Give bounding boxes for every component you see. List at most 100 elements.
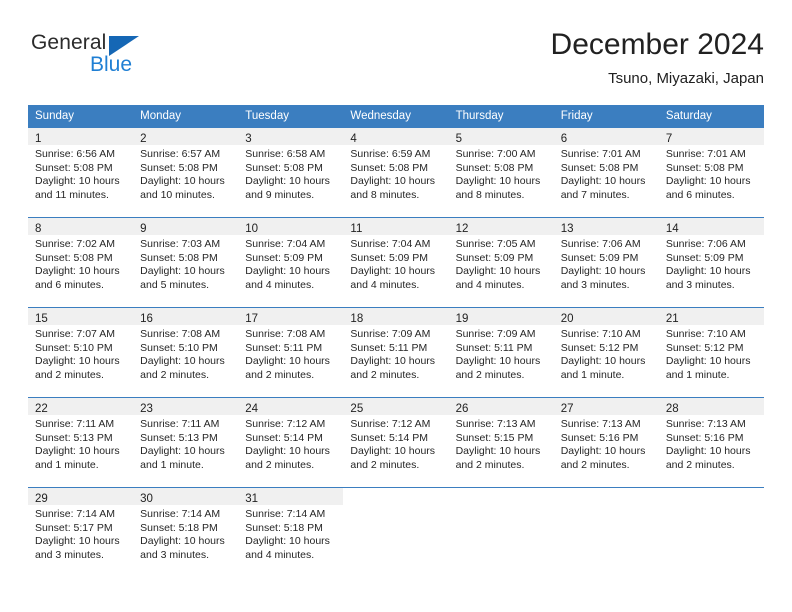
sunset-text: Sunset: 5:09 PM (560, 251, 639, 264)
day-cell-8[interactable]: 8 Sunrise: 7:02 AM Sunset: 5:08 PM Dayli… (28, 218, 134, 307)
day-number-bar: 6 (553, 128, 659, 145)
day-cell-empty (554, 488, 659, 577)
daylight-text-line2: and 8 minutes. (455, 188, 525, 201)
day-cell-empty (449, 488, 554, 577)
day-detail: Sunrise: 7:10 AM Sunset: 5:12 PM Dayligh… (659, 325, 764, 382)
daylight-text-line1: Daylight: 10 hours (665, 355, 751, 368)
day-number: 5 (455, 133, 462, 145)
day-cell-3[interactable]: 3 Sunrise: 6:58 AM Sunset: 5:08 PM Dayli… (238, 128, 344, 217)
daylight-text-line1: Daylight: 10 hours (35, 175, 120, 188)
daylight-text-line1: Daylight: 10 hours (245, 355, 330, 368)
day-number-bar (449, 488, 554, 505)
day-cell-21[interactable]: 21 Sunrise: 7:10 AM Sunset: 5:12 PM Dayl… (658, 308, 764, 397)
daylight-text-line2: and 2 minutes. (560, 458, 630, 471)
page-header: General Blue December 2024 Tsuno, Miyaza… (28, 28, 764, 96)
daylight-text-line1: Daylight: 10 hours (35, 535, 120, 548)
day-number: 19 (455, 313, 469, 325)
daylight-text-line2: and 4 minutes. (245, 278, 315, 291)
sunrise-text: Sunrise: 7:03 AM (140, 238, 221, 250)
daylight-text-line2: and 2 minutes. (350, 368, 420, 381)
week-row: 8 Sunrise: 7:02 AM Sunset: 5:08 PM Dayli… (28, 217, 764, 307)
logo-text-general: General (31, 31, 107, 54)
day-cell-28[interactable]: 28 Sunrise: 7:13 AM Sunset: 5:16 PM Dayl… (658, 398, 764, 487)
daylight-text-line2: and 2 minutes. (140, 368, 210, 381)
day-cell-22[interactable]: 22 Sunrise: 7:11 AM Sunset: 5:13 PM Dayl… (28, 398, 134, 487)
daylight-text-line1: Daylight: 10 hours (665, 265, 751, 278)
day-number-bar: 7 (658, 128, 764, 145)
daylight-text-line1: Daylight: 10 hours (665, 445, 751, 458)
day-number-bar: 12 (448, 218, 554, 235)
day-number-bar: 3 (238, 128, 344, 145)
sunset-text: Sunset: 5:08 PM (350, 161, 429, 174)
day-cell-2[interactable]: 2 Sunrise: 6:57 AM Sunset: 5:08 PM Dayli… (133, 128, 239, 217)
day-number-bar: 31 (238, 488, 344, 505)
day-number-bar: 22 (28, 398, 134, 415)
general-blue-logo[interactable]: General Blue (31, 31, 221, 87)
day-cell-29[interactable]: 29 Sunrise: 7:14 AM Sunset: 5:17 PM Dayl… (28, 488, 134, 577)
daylight-text-line2: and 1 minute. (665, 368, 730, 381)
sunset-text: Sunset: 5:09 PM (350, 251, 429, 264)
day-detail: Sunrise: 7:09 AM Sunset: 5:11 PM Dayligh… (343, 325, 448, 382)
daylight-text-line2: and 2 minutes. (665, 458, 735, 471)
day-cell-16[interactable]: 16 Sunrise: 7:08 AM Sunset: 5:10 PM Dayl… (133, 308, 239, 397)
day-number-bar: 10 (238, 218, 344, 235)
day-cell-24[interactable]: 24 Sunrise: 7:12 AM Sunset: 5:14 PM Dayl… (238, 398, 344, 487)
sunrise-text: Sunrise: 7:01 AM (665, 148, 746, 160)
sunrise-text: Sunrise: 7:12 AM (350, 418, 431, 430)
day-cell-11[interactable]: 11 Sunrise: 7:04 AM Sunset: 5:09 PM Dayl… (343, 218, 449, 307)
day-detail: Sunrise: 7:02 AM Sunset: 5:08 PM Dayligh… (28, 235, 133, 292)
day-number-bar: 5 (448, 128, 554, 145)
day-number: 28 (665, 403, 679, 415)
daylight-text-line2: and 2 minutes. (455, 458, 525, 471)
day-cell-10[interactable]: 10 Sunrise: 7:04 AM Sunset: 5:09 PM Dayl… (238, 218, 344, 307)
daylight-text-line2: and 3 minutes. (665, 278, 735, 291)
day-detail: Sunrise: 7:09 AM Sunset: 5:11 PM Dayligh… (449, 325, 554, 382)
day-number-bar: 25 (343, 398, 449, 415)
weekday-header-row: Sunday Monday Tuesday Wednesday Thursday… (28, 105, 764, 128)
day-number-bar: 8 (28, 218, 134, 235)
day-cell-30[interactable]: 30 Sunrise: 7:14 AM Sunset: 5:18 PM Dayl… (133, 488, 239, 577)
daylight-text-line1: Daylight: 10 hours (140, 265, 225, 278)
day-number-bar: 28 (658, 398, 764, 415)
logo-text-blue: Blue (90, 53, 133, 76)
day-cell-17[interactable]: 17 Sunrise: 7:08 AM Sunset: 5:11 PM Dayl… (238, 308, 344, 397)
day-cell-18[interactable]: 18 Sunrise: 7:09 AM Sunset: 5:11 PM Dayl… (343, 308, 449, 397)
day-cell-25[interactable]: 25 Sunrise: 7:12 AM Sunset: 5:14 PM Dayl… (343, 398, 449, 487)
day-number-bar: 19 (448, 308, 554, 325)
day-detail: Sunrise: 7:01 AM Sunset: 5:08 PM Dayligh… (554, 145, 659, 202)
day-detail: Sunrise: 7:08 AM Sunset: 5:11 PM Dayligh… (238, 325, 343, 382)
day-cell-9[interactable]: 9 Sunrise: 7:03 AM Sunset: 5:08 PM Dayli… (133, 218, 239, 307)
day-cell-7[interactable]: 7 Sunrise: 7:01 AM Sunset: 5:08 PM Dayli… (658, 128, 764, 217)
day-cell-27[interactable]: 27 Sunrise: 7:13 AM Sunset: 5:16 PM Dayl… (553, 398, 659, 487)
daylight-text-line1: Daylight: 10 hours (140, 355, 225, 368)
sunrise-text: Sunrise: 7:11 AM (140, 418, 220, 430)
daylight-text-line2: and 1 minute. (560, 368, 625, 381)
day-number-bar: 27 (553, 398, 659, 415)
day-number: 30 (140, 493, 153, 505)
day-cell-26[interactable]: 26 Sunrise: 7:13 AM Sunset: 5:15 PM Dayl… (448, 398, 554, 487)
day-number-bar: 26 (448, 398, 554, 415)
day-cell-1[interactable]: 1 Sunrise: 6:56 AM Sunset: 5:08 PM Dayli… (28, 128, 134, 217)
sunrise-text: Sunrise: 7:08 AM (140, 328, 221, 340)
sunset-text: Sunset: 5:16 PM (560, 431, 639, 444)
day-cell-19[interactable]: 19 Sunrise: 7:09 AM Sunset: 5:11 PM Dayl… (448, 308, 554, 397)
daylight-text-line1: Daylight: 10 hours (140, 535, 225, 548)
day-number: 21 (665, 313, 679, 325)
day-cell-6[interactable]: 6 Sunrise: 7:01 AM Sunset: 5:08 PM Dayli… (553, 128, 659, 217)
day-cell-12[interactable]: 12 Sunrise: 7:05 AM Sunset: 5:09 PM Dayl… (448, 218, 554, 307)
day-number: 10 (245, 223, 259, 235)
calendar-grid: Sunday Monday Tuesday Wednesday Thursday… (28, 105, 764, 577)
day-cell-4[interactable]: 4 Sunrise: 6:59 AM Sunset: 5:08 PM Dayli… (343, 128, 449, 217)
day-cell-15[interactable]: 15 Sunrise: 7:07 AM Sunset: 5:10 PM Dayl… (28, 308, 134, 397)
day-cell-20[interactable]: 20 Sunrise: 7:10 AM Sunset: 5:12 PM Dayl… (553, 308, 659, 397)
day-cell-5[interactable]: 5 Sunrise: 7:00 AM Sunset: 5:08 PM Dayli… (448, 128, 554, 217)
day-cell-13[interactable]: 13 Sunrise: 7:06 AM Sunset: 5:09 PM Dayl… (553, 218, 659, 307)
day-cell-14[interactable]: 14 Sunrise: 7:06 AM Sunset: 5:09 PM Dayl… (658, 218, 764, 307)
weekday-header-thursday: Thursday (455, 110, 504, 122)
day-number: 4 (350, 133, 357, 145)
sunrise-text: Sunrise: 6:59 AM (350, 148, 431, 160)
day-cell-23[interactable]: 23 Sunrise: 7:11 AM Sunset: 5:13 PM Dayl… (133, 398, 239, 487)
day-cell-31[interactable]: 31 Sunrise: 7:14 AM Sunset: 5:18 PM Dayl… (238, 488, 344, 577)
daylight-text-line2: and 8 minutes. (350, 188, 420, 201)
day-number-bar: 2 (133, 128, 239, 145)
